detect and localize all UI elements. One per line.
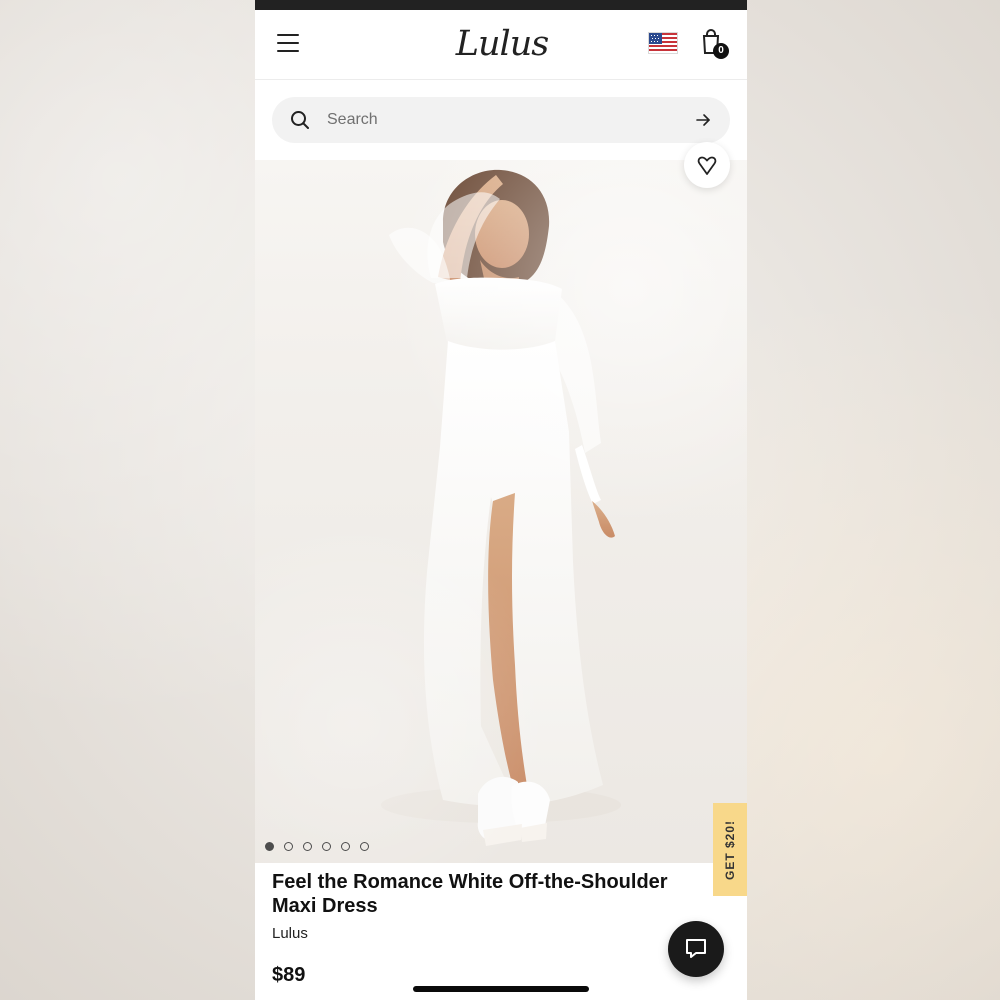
carousel-dot[interactable]	[265, 842, 274, 851]
search-section: Search	[255, 80, 747, 160]
get-20-promo-tab[interactable]: GET $20!	[713, 803, 747, 896]
shopping-bag-button[interactable]: 0	[699, 28, 733, 62]
site-header: Lulus 0	[255, 10, 747, 80]
brand-logo[interactable]: Lulus	[451, 23, 553, 65]
search-icon	[291, 111, 309, 129]
chat-button[interactable]	[668, 921, 724, 977]
flag-star	[657, 41, 658, 42]
flag-star	[651, 41, 652, 42]
flag-star	[654, 35, 655, 36]
carousel-dot[interactable]	[341, 842, 350, 851]
carousel-dot[interactable]	[303, 842, 312, 851]
menu-button[interactable]	[277, 34, 301, 54]
mobile-screen: Lulus 0 Search GET $20! Feel the Romance…	[255, 0, 747, 1000]
favorite-button[interactable]	[684, 142, 730, 188]
cart-count-badge: 0	[713, 43, 729, 59]
product-title: Feel the Romance White Off-the-Shoulder …	[272, 871, 668, 917]
carousel-dot[interactable]	[322, 842, 331, 851]
home-indicator	[413, 986, 589, 992]
product-image[interactable]	[255, 160, 747, 863]
chat-bubble-icon	[686, 939, 706, 958]
arrow-right-icon[interactable]	[694, 111, 712, 129]
menu-line-middle	[277, 42, 299, 44]
search-placeholder: Search	[327, 111, 378, 128]
flag-star	[658, 38, 659, 39]
dress-model-illustration	[381, 169, 621, 846]
flag-star	[651, 35, 652, 36]
status-strip	[255, 0, 747, 10]
promo-label: GET $20!	[723, 819, 737, 880]
flag-star	[652, 38, 653, 39]
carousel-dot[interactable]	[284, 842, 293, 851]
flag-star	[657, 35, 658, 36]
search-input[interactable]: Search	[272, 97, 730, 143]
flag-star	[654, 41, 655, 42]
us-flag-icon[interactable]	[648, 32, 678, 54]
menu-line-top	[277, 34, 299, 36]
carousel-dot[interactable]	[360, 842, 369, 851]
menu-line-bottom	[277, 50, 299, 52]
product-price: $89	[272, 964, 306, 986]
flag-star	[655, 38, 656, 39]
carousel-dots	[265, 842, 369, 851]
heart-icon	[697, 156, 717, 175]
product-brand[interactable]: Lulus	[272, 925, 308, 943]
